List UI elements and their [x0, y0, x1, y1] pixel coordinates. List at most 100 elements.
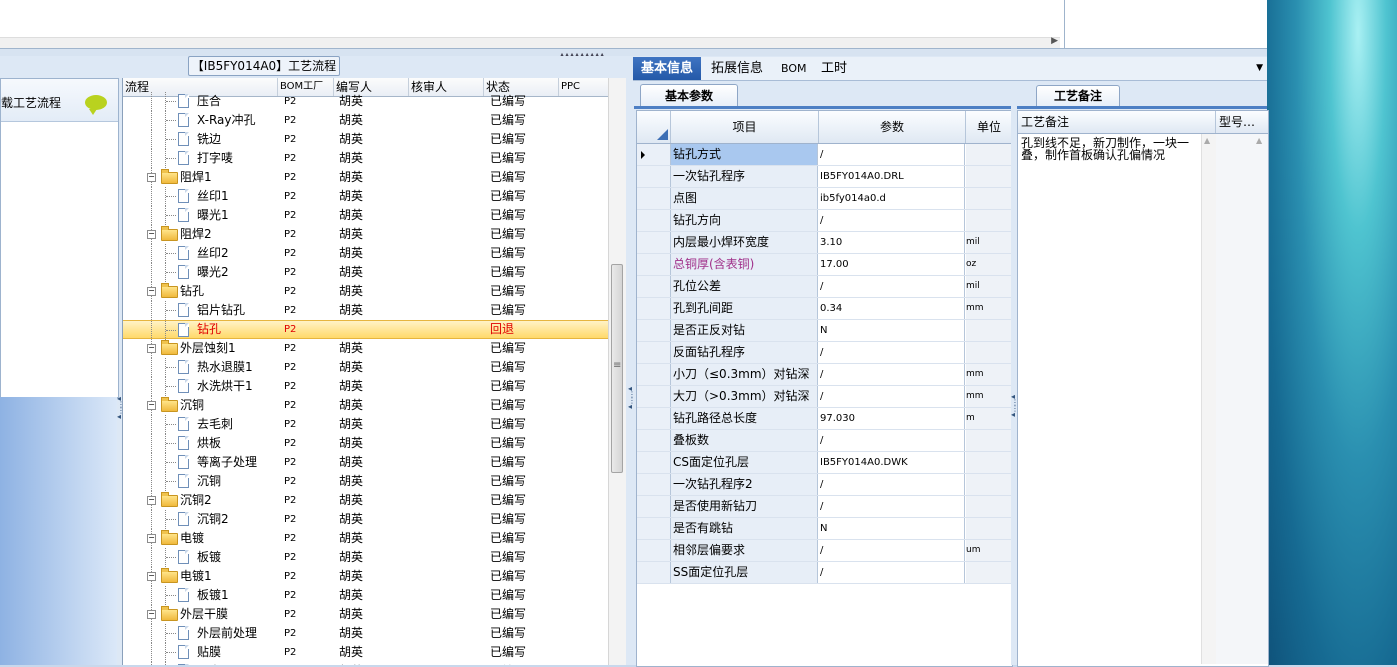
row-indicator[interactable] — [637, 210, 671, 231]
tree-row[interactable]: 丝印2 P2 胡英 已编写 — [123, 244, 609, 263]
tree-row[interactable]: 钻孔 P2 回退 — [123, 320, 609, 340]
param-row[interactable]: 叠板数 / — [637, 430, 1012, 452]
param-row[interactable]: 内层最小焊环宽度 3.10 mil — [637, 232, 1012, 254]
param-value-cell[interactable]: / — [819, 342, 965, 363]
collapse-toggle-icon[interactable]: − — [147, 534, 156, 543]
row-indicator[interactable] — [637, 232, 671, 253]
param-value-cell[interactable]: IB5FY014A0.DWK — [819, 452, 965, 473]
row-indicator[interactable] — [637, 474, 671, 495]
tree-row[interactable]: 丝印1 P2 胡英 已编写 — [123, 187, 609, 206]
col-process-note[interactable]: 工艺备注 — [1018, 111, 1216, 133]
tree-row[interactable]: 打字唛 P2 胡英 已编写 — [123, 149, 609, 168]
row-indicator[interactable] — [637, 408, 671, 429]
tree-row[interactable]: 沉铜 P2 胡英 已编写 — [123, 472, 609, 491]
collapse-toggle-icon[interactable]: − — [147, 572, 156, 581]
param-value-cell[interactable]: 0.34 — [819, 298, 965, 319]
col-model[interactable]: 型号… — [1216, 111, 1268, 133]
row-indicator[interactable] — [637, 298, 671, 319]
param-value-cell[interactable]: N — [819, 320, 965, 341]
tree-row[interactable]: 曝光1 P2 胡英 已编写 — [123, 206, 609, 225]
tree-row[interactable]: 去毛刺 P2 胡英 已编写 — [123, 415, 609, 434]
model-column-cell[interactable] — [1216, 134, 1268, 664]
param-row[interactable]: 钻孔方式 / — [637, 144, 1012, 166]
tree-row[interactable]: − 外层蚀刻1 P2 胡英 已编写 — [123, 339, 609, 358]
row-indicator[interactable] — [637, 254, 671, 275]
tab-bom[interactable]: BOM — [773, 57, 815, 80]
tree-row[interactable]: − 阻焊2 P2 胡英 已编写 — [123, 225, 609, 244]
param-value-cell[interactable]: ib5fy014a0.d — [819, 188, 965, 209]
tree-row[interactable]: 热水退膜1 P2 胡英 已编写 — [123, 358, 609, 377]
param-value-cell[interactable]: / — [819, 144, 965, 165]
param-value-cell[interactable]: / — [819, 276, 965, 297]
collapse-toggle-icon[interactable]: − — [147, 344, 156, 353]
param-row[interactable]: 钻孔路径总长度 97.030 m — [637, 408, 1012, 430]
tree-row[interactable]: 沉铜2 P2 胡英 已编写 — [123, 510, 609, 529]
row-indicator[interactable] — [637, 540, 671, 561]
param-row[interactable]: 大刀（>0.3mm）对钻深度/mm — [637, 386, 1012, 424]
row-indicator[interactable] — [637, 518, 671, 539]
row-indicator[interactable] — [637, 430, 671, 451]
param-value-cell[interactable]: 3.10 — [819, 232, 965, 253]
tree-row[interactable]: − 电镀 P2 胡英 已编写 — [123, 529, 609, 548]
param-row[interactable]: 反面钻孔程序 / — [637, 342, 1012, 364]
param-row[interactable]: 一次钻孔程序 IB5FY014A0.DRL — [637, 166, 1012, 188]
tree-row[interactable]: 水洗烘干1 P2 胡英 已编写 — [123, 377, 609, 396]
tab-process-notes[interactable]: 工艺备注 — [1036, 85, 1120, 107]
collapse-toggle-icon[interactable]: − — [147, 287, 156, 296]
tree-row[interactable]: 压合 P2 胡英 已编写 — [123, 92, 609, 111]
tree-row[interactable]: 板镀1 P2 胡英 已编写 — [123, 586, 609, 605]
param-row[interactable]: 是否正反对钻 N — [637, 320, 1012, 342]
basic-params-grid[interactable]: 项目 参数 单位 钻孔方式 / 一次钻孔程序 IB5FY014A0.DRL 点图 ib5f… — [636, 110, 1013, 667]
row-indicator[interactable] — [637, 320, 671, 341]
tree-row[interactable]: − 外层干膜 P2 胡英 已编写 — [123, 605, 609, 624]
process-notes-grid[interactable]: 工艺备注 型号… 孔到线不足，新刀制作，一块一叠，制作首板确认孔偏情况 — [1017, 110, 1269, 667]
param-row[interactable]: 一次钻孔程序2/ — [637, 474, 1012, 496]
row-indicator[interactable] — [637, 386, 671, 407]
param-row[interactable]: 点图 ib5fy014a0.d — [637, 188, 1012, 210]
param-row[interactable]: 钻孔方向 / — [637, 210, 1012, 232]
param-value-cell[interactable]: / — [819, 474, 965, 495]
param-row[interactable]: 总铜厚(含表铜) 17.00 oz — [637, 254, 1012, 276]
row-indicator[interactable] — [637, 496, 671, 517]
param-value-cell[interactable]: 97.030 — [819, 408, 965, 429]
tree-row[interactable]: 板镀 P2 胡英 已编写 — [123, 548, 609, 567]
param-value-cell[interactable]: IB5FY014A0.DRL — [819, 166, 965, 187]
param-row[interactable]: CS面定位孔层 IB5FY014A0.DWK — [637, 452, 1012, 474]
col-item[interactable]: 项目 — [671, 111, 819, 143]
param-value-cell[interactable]: / — [819, 496, 965, 517]
process-note-text[interactable]: 孔到线不足，新刀制作，一块一叠，制作首板确认孔偏情况 — [1021, 137, 1201, 161]
tree-row[interactable]: − 沉铜 P2 胡英 已编写 — [123, 396, 609, 415]
param-value-cell[interactable]: / — [819, 210, 965, 231]
load-flow-header[interactable]: 载工艺流程 — [1, 79, 118, 122]
process-flow-tree[interactable]: 流程 BOM工厂 编写人 核审人 状态 PPC 压合 P2 胡英 已编写 X-Ray冲孔… — [122, 78, 609, 665]
param-row[interactable]: 孔到孔间距 0.34 mm — [637, 298, 1012, 320]
collapse-toggle-icon[interactable]: − — [147, 496, 156, 505]
param-value-cell[interactable]: / — [819, 386, 965, 407]
collapse-toggle-icon[interactable]: − — [147, 610, 156, 619]
collapse-toggle-icon[interactable]: − — [147, 173, 156, 182]
speech-bubble-icon[interactable] — [85, 95, 107, 115]
row-indicator[interactable] — [637, 188, 671, 209]
row-indicator[interactable] — [637, 364, 671, 385]
row-indicator[interactable] — [637, 166, 671, 187]
tab-extended-info[interactable]: 拓展信息 — [703, 57, 771, 80]
row-indicator[interactable] — [637, 144, 671, 165]
param-row[interactable]: 是否有跳钻 N — [637, 518, 1012, 540]
tree-row[interactable]: X-Ray冲孔 P2 胡英 已编写 — [123, 111, 609, 130]
row-indicator[interactable] — [637, 342, 671, 363]
tab-work-hours[interactable]: 工时 — [813, 57, 855, 80]
right-splitter-grip-icon[interactable]: ◂ ⋮ ⋮ ◂ — [1011, 393, 1019, 419]
tab-basic-params[interactable]: 基本参数 — [640, 84, 738, 107]
row-indicator[interactable] — [637, 562, 671, 583]
col-unit[interactable]: 单位 — [966, 111, 1012, 143]
param-row[interactable]: 小刀（≤0.3mm）对钻深度/mm — [637, 364, 1012, 402]
tree-row[interactable]: 铝片钻孔 P2 胡英 已编写 — [123, 301, 609, 320]
tree-row[interactable]: 外层前处理 P2 胡英 已编写 — [123, 624, 609, 643]
param-row[interactable]: 是否使用新钻刀 / — [637, 496, 1012, 518]
tree-scroll-thumb[interactable] — [611, 264, 623, 473]
tree-row[interactable]: − 阻焊1 P2 胡英 已编写 — [123, 168, 609, 187]
tree-row[interactable]: − 沉铜2 P2 胡英 已编写 — [123, 491, 609, 510]
tree-row[interactable]: 铣边 P2 胡英 已编写 — [123, 130, 609, 149]
scroll-right-icon[interactable]: ▶ — [1051, 36, 1058, 46]
param-value-cell[interactable]: N — [819, 518, 965, 539]
